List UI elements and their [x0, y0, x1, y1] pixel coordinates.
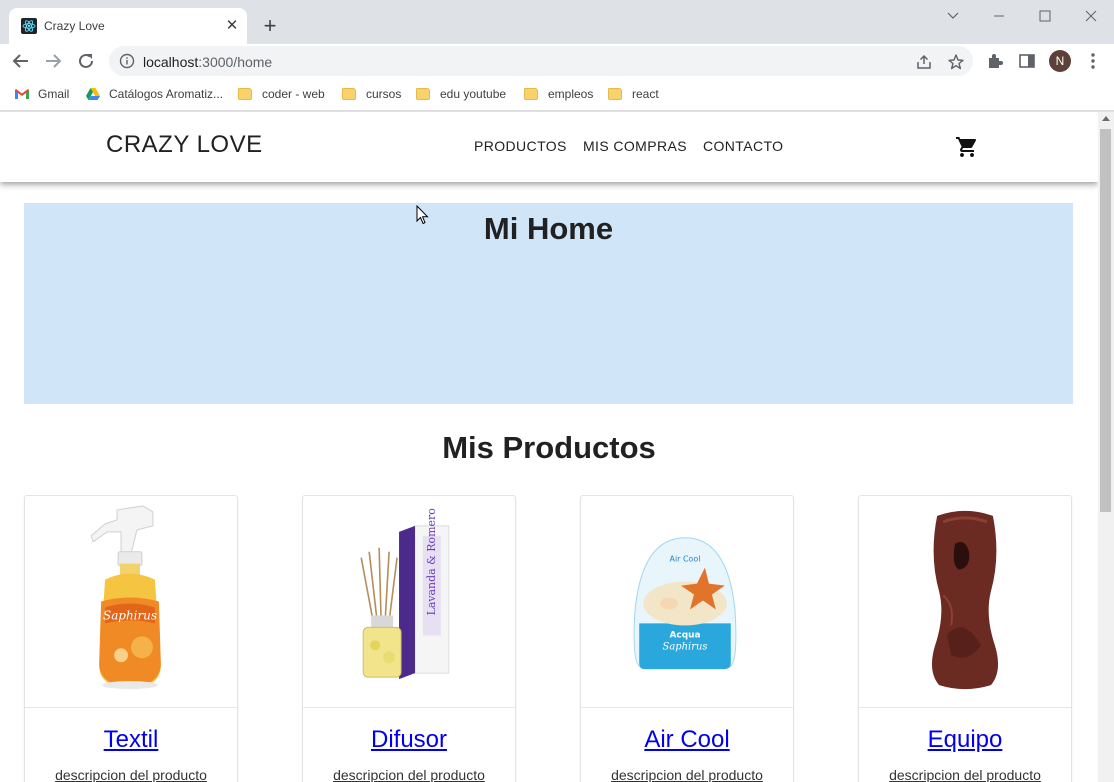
- bookmark-label: Gmail: [38, 87, 70, 101]
- tab-search-icon[interactable]: [930, 5, 976, 27]
- url-text[interactable]: localhost:3000/home: [143, 54, 272, 70]
- page-title: Mi Home: [483, 211, 614, 246]
- browser-tab[interactable]: Crazy Love ✕: [9, 8, 247, 44]
- mouse-cursor-icon: [416, 205, 429, 225]
- svg-text:Acqua: Acqua: [670, 630, 701, 640]
- product-card[interactable]: Lavanda & Romero Difusor descripcion del…: [302, 495, 516, 782]
- product-title-link[interactable]: Equipo: [859, 726, 1071, 754]
- folder-icon: [524, 86, 540, 102]
- browser-chrome: Crazy Love ✕ + localhost:3000/home N Gma…: [0, 0, 1114, 112]
- drive-icon: [86, 88, 100, 100]
- bookmark-label: edu youtube: [440, 87, 507, 101]
- gmail-icon: [15, 89, 29, 99]
- profile-avatar[interactable]: N: [1049, 50, 1071, 72]
- tab-title: Crazy Love: [44, 19, 105, 33]
- dispenser-device-image: [859, 510, 1071, 708]
- product-card[interactable]: Air Cool Acqua Saphirus Air Cool descrip…: [580, 495, 794, 782]
- svg-text:Lavanda & Romero: Lavanda & Romero: [425, 508, 438, 616]
- shopping-cart-icon[interactable]: [955, 135, 979, 159]
- bookmark-label: coder - web: [262, 87, 325, 101]
- side-panel-icon[interactable]: [1017, 51, 1037, 71]
- nav-productos[interactable]: PRODUCTOS: [474, 138, 567, 154]
- page-scrollbar[interactable]: [1098, 112, 1114, 782]
- url-host: localhost: [143, 54, 199, 70]
- product-description-link[interactable]: descripcion del producto: [25, 767, 237, 782]
- svg-text:Saphirus: Saphirus: [663, 641, 708, 652]
- page-viewport: CRAZY LOVE PRODUCTOS MIS COMPRAS CONTACT…: [0, 112, 1098, 782]
- reload-icon[interactable]: [75, 50, 97, 72]
- brand-logo[interactable]: CRAZY LOVE: [106, 131, 263, 159]
- svg-text:Saphirus: Saphirus: [103, 608, 157, 622]
- maximize-icon[interactable]: [1022, 5, 1068, 27]
- product-card[interactable]: Equipo descripcion del producto: [858, 495, 1072, 782]
- nav-mis-compras[interactable]: MIS COMPRAS: [583, 138, 687, 154]
- url-path: :3000/home: [198, 54, 273, 70]
- bookmark-label: react: [632, 87, 659, 101]
- product-title-link[interactable]: Textil: [25, 726, 237, 754]
- folder-icon: [608, 86, 624, 102]
- react-icon: [21, 18, 37, 34]
- bookmark-label: cursos: [366, 87, 402, 101]
- folder-icon: [342, 86, 358, 102]
- product-description-link[interactable]: descripcion del producto: [859, 767, 1071, 782]
- site-info-icon[interactable]: [119, 53, 135, 69]
- nav-contacto[interactable]: CONTACTO: [703, 138, 783, 154]
- product-description-link[interactable]: descripcion del producto: [303, 767, 515, 782]
- address-bar[interactable]: localhost:3000/home: [109, 46, 973, 76]
- spray-bottle-image: Saphirus: [25, 505, 237, 708]
- scroll-up-arrow-icon[interactable]: [1102, 116, 1110, 121]
- minimize-icon[interactable]: [976, 5, 1022, 27]
- bookmark-star-icon[interactable]: [947, 53, 965, 71]
- scrollbar-thumb[interactable]: [1100, 129, 1111, 512]
- share-icon[interactable]: [915, 53, 933, 71]
- close-tab-icon[interactable]: ✕: [223, 17, 241, 35]
- svg-text:Air Cool: Air Cool: [670, 555, 701, 564]
- product-card[interactable]: Saphirus Textil descripcion del producto: [24, 495, 238, 782]
- product-title-link[interactable]: Air Cool: [581, 726, 793, 754]
- back-icon[interactable]: [10, 50, 32, 72]
- bookmark-label: empleos: [548, 87, 594, 101]
- app-navbar: CRAZY LOVE PRODUCTOS MIS COMPRAS CONTACT…: [0, 112, 1098, 182]
- folder-icon: [238, 86, 254, 102]
- product-title-link[interactable]: Difusor: [303, 726, 515, 754]
- close-window-icon[interactable]: [1068, 5, 1114, 27]
- new-tab-button[interactable]: +: [259, 15, 281, 37]
- hero-banner: Mi Home: [24, 203, 1073, 404]
- forward-icon[interactable]: [42, 50, 64, 72]
- tab-strip: Crazy Love ✕ +: [0, 0, 1114, 44]
- bookmark-label: Catálogos Aromatiz...: [109, 87, 224, 101]
- extensions-icon[interactable]: [985, 51, 1005, 71]
- more-menu-icon[interactable]: [1083, 51, 1103, 71]
- reed-diffuser-image: Lavanda & Romero: [303, 508, 515, 708]
- section-title: Mis Productos: [442, 430, 656, 465]
- bookmarks-bar: Gmail Catálogos Aromatiz... coder - web …: [0, 78, 1114, 111]
- browser-toolbar: localhost:3000/home N: [0, 44, 1114, 78]
- folder-icon: [416, 86, 432, 102]
- gel-air-freshener-image: Air Cool Acqua Saphirus: [581, 537, 793, 708]
- product-description-link[interactable]: descripcion del producto: [581, 767, 793, 782]
